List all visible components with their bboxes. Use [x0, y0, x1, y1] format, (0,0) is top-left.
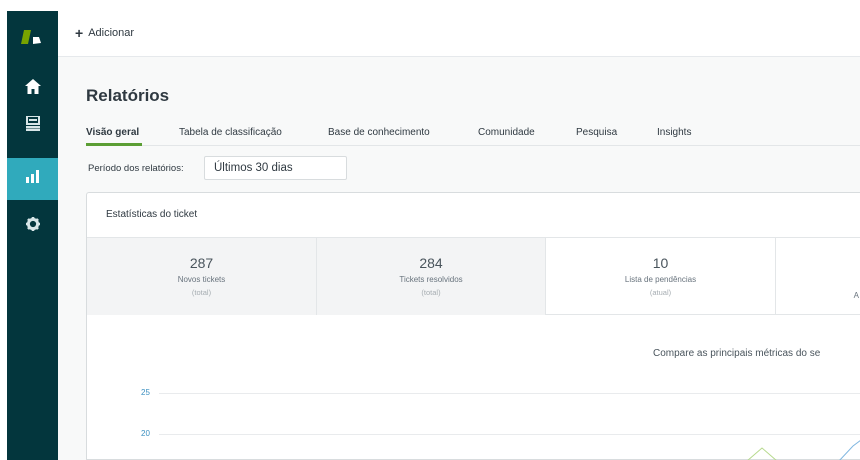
add-button[interactable]: + Adicionar: [75, 24, 135, 41]
sidebar-item-reports[interactable]: [7, 158, 58, 200]
home-icon: [24, 79, 41, 99]
tab-comunidade[interactable]: Comunidade: [478, 127, 535, 138]
sidebar-item-admin[interactable]: [7, 205, 58, 247]
sidebar-item-home[interactable]: [7, 68, 58, 110]
reports-icon: [25, 170, 40, 188]
gear-icon: [25, 216, 40, 236]
period-label: Período dos relatórios:: [88, 163, 184, 174]
sidebar: [7, 11, 58, 460]
active-tab-indicator: [86, 143, 142, 146]
period-select[interactable]: Últimos 30 dias: [204, 156, 347, 180]
tab-tabela-classificacao[interactable]: Tabela de classificação: [179, 127, 282, 138]
page-title: Relatórios: [86, 86, 170, 105]
report-tabs: Visão geral Tabela de classificação Base…: [86, 124, 860, 146]
series-line-green: [747, 447, 777, 460]
add-button-label: Adicionar: [88, 27, 135, 39]
tab-pesquisa[interactable]: Pesquisa: [576, 127, 617, 138]
tab-insights[interactable]: Insights: [657, 127, 691, 138]
plus-icon: +: [75, 24, 84, 41]
tab-base-conhecimento[interactable]: Base de conhecimento: [328, 127, 430, 138]
sidebar-item-views[interactable]: [7, 105, 58, 147]
views-icon: [25, 115, 40, 136]
top-bar: + Adicionar: [58, 11, 860, 57]
series-line-blue: [839, 440, 860, 460]
zendesk-logo-icon[interactable]: [7, 11, 58, 59]
tab-visao-geral[interactable]: Visão geral: [86, 127, 139, 138]
main-content: Relatórios Visão geral Tabela de classif…: [58, 57, 860, 460]
metrics-chart: [747, 440, 860, 460]
ticket-stats-card: Estatísticas do ticket 287 Novos tickets…: [86, 192, 860, 460]
